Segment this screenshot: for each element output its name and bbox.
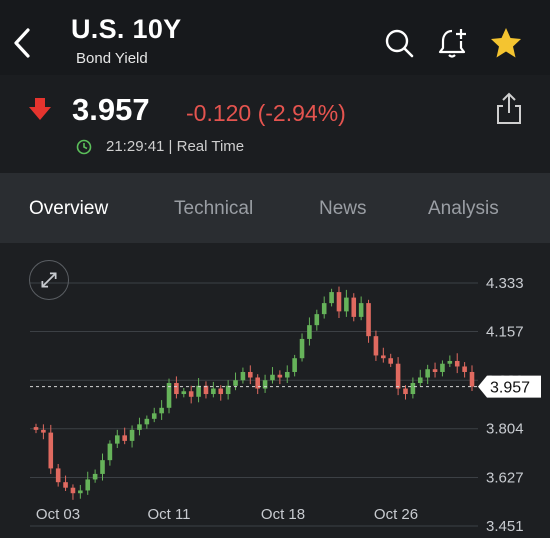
x-tick-label: Oct 03 xyxy=(36,506,80,523)
candle-body xyxy=(432,369,438,372)
candle-body xyxy=(233,380,238,386)
candle-body xyxy=(122,435,127,441)
candle-body xyxy=(55,468,61,483)
y-tick-label: 3.804 xyxy=(486,421,524,438)
candle-body xyxy=(462,366,467,372)
candle-body xyxy=(329,292,334,304)
candle-body xyxy=(78,490,83,494)
candle-body xyxy=(248,371,253,378)
expand-button[interactable] xyxy=(29,260,69,300)
candle-body xyxy=(321,303,327,315)
candle-body xyxy=(70,487,76,494)
candle-body xyxy=(403,388,408,395)
expand-icon xyxy=(41,272,57,288)
candle-body xyxy=(151,413,157,419)
candle-body xyxy=(373,336,379,356)
candle-body xyxy=(454,360,460,367)
candle-body xyxy=(92,473,98,480)
candle-body xyxy=(211,388,216,395)
candle-body xyxy=(144,418,150,425)
candle-body xyxy=(344,297,349,312)
candle-body xyxy=(196,385,201,397)
candle-body xyxy=(33,427,39,430)
candle-body xyxy=(240,371,246,381)
candle-body xyxy=(262,380,268,389)
candle-body xyxy=(469,371,475,387)
candle-body xyxy=(299,338,305,359)
candle-body xyxy=(159,407,164,414)
y-tick-label: 3.627 xyxy=(486,470,524,487)
candle-body xyxy=(100,460,105,474)
candle-body xyxy=(440,363,445,372)
candle-body xyxy=(292,358,297,372)
price-chart: 4.3334.1573.9803.8043.6273.4513.957Oct 0… xyxy=(30,275,541,535)
x-tick-label: Oct 11 xyxy=(147,506,190,523)
candle-body xyxy=(181,391,187,395)
candle-body xyxy=(277,374,283,378)
candle-body xyxy=(129,429,135,441)
current-value-label: 3.957 xyxy=(490,380,530,397)
y-tick-label: 4.333 xyxy=(486,275,524,292)
candle-body xyxy=(447,360,453,364)
candle-body xyxy=(174,383,179,395)
candle-body xyxy=(270,374,275,381)
candle-body xyxy=(381,355,386,359)
candle-body xyxy=(410,383,416,395)
candle-body xyxy=(63,482,68,488)
candle-body xyxy=(188,391,194,397)
x-tick-label: Oct 26 xyxy=(374,506,418,523)
candle-body xyxy=(107,443,113,461)
candle-body xyxy=(48,432,54,469)
candle-body xyxy=(395,363,401,389)
candle-body xyxy=(351,297,357,317)
candle-body xyxy=(284,371,290,378)
candle-body xyxy=(307,325,312,339)
candle-body xyxy=(41,429,46,433)
candle-body xyxy=(137,424,142,430)
candle-body xyxy=(425,369,430,378)
x-tick-label: Oct 18 xyxy=(261,506,305,523)
candle-body xyxy=(314,314,320,326)
candle-body xyxy=(218,388,224,395)
y-tick-label: 4.157 xyxy=(486,323,524,340)
candle-body xyxy=(358,303,364,317)
candle-body xyxy=(336,292,342,312)
candle-body xyxy=(85,479,91,491)
candle-body xyxy=(388,358,394,364)
candle-body xyxy=(114,435,120,444)
candle-body xyxy=(366,303,371,337)
y-tick-label: 3.451 xyxy=(486,518,524,535)
candle-body xyxy=(417,377,423,384)
